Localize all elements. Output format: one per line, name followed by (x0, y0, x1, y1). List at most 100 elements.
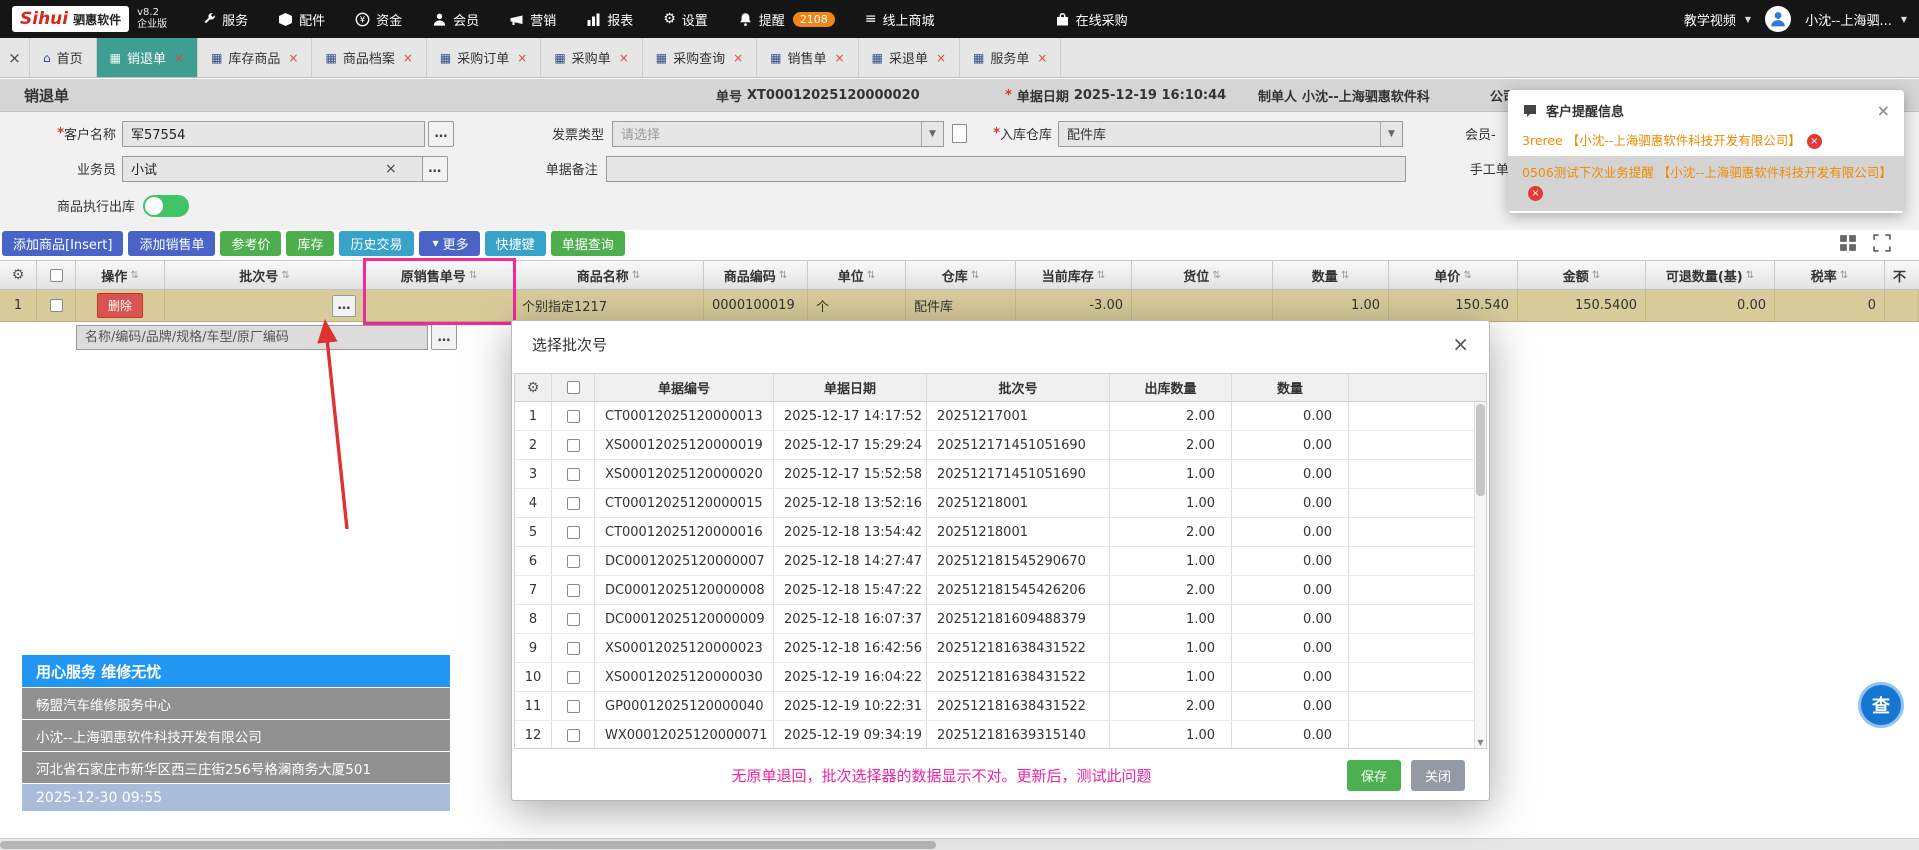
col-quantity[interactable]: 数量⇅ (1273, 261, 1389, 289)
close-tab-icon[interactable]: × (733, 51, 743, 65)
invoice-type-select[interactable]: 请选择 ▼ (612, 121, 944, 147)
unit-price-cell[interactable]: 150.540 (1389, 290, 1518, 321)
menu-report[interactable]: 报表 (586, 10, 633, 29)
tab-sales[interactable]: ▦ 销售单 × (757, 38, 858, 77)
menu-service[interactable]: 服务 (201, 10, 248, 29)
column-settings-icon[interactable] (1839, 234, 1857, 252)
row-checkbox[interactable] (567, 584, 580, 597)
col-batch-no[interactable]: 批次号 (927, 374, 1110, 401)
row-checkbox[interactable] (50, 299, 63, 312)
row-checkbox[interactable] (567, 497, 580, 510)
batch-row[interactable]: 10 XS00012025120000030 2025-12-19 16:04:… (515, 663, 1486, 692)
batch-picker-button[interactable]: … (332, 295, 356, 317)
original-sale-no-cell[interactable] (365, 290, 514, 321)
col-current-stock[interactable]: 当前库存⇅ (1016, 261, 1132, 289)
floating-search-button[interactable]: 查 (1858, 682, 1904, 728)
close-tab-icon[interactable]: × (288, 51, 298, 65)
tab-purchase-return[interactable]: ▦ 采退单 × (859, 38, 960, 77)
remark-input[interactable] (606, 156, 1406, 182)
tab-goods-archive[interactable]: ▦ 商品档案 × (312, 38, 426, 77)
menu-member[interactable]: 会员 (432, 10, 479, 29)
col-doc-date[interactable]: 单据日期 (774, 374, 927, 401)
close-dialog-icon[interactable]: × (1452, 332, 1469, 356)
batch-no-cell[interactable]: … (165, 290, 365, 321)
tab-sales-return[interactable]: ▦ 销退单 × (97, 38, 198, 77)
close-button[interactable]: 关闭 (1411, 760, 1465, 791)
scroll-down-arrow[interactable]: ▼ (1475, 736, 1486, 748)
warehouse-select[interactable]: 配件库 ▼ (1058, 121, 1403, 147)
batch-row[interactable]: 11 GP00012025120000040 2025-12-19 10:22:… (515, 692, 1486, 721)
col-warehouse[interactable]: 仓库⇅ (906, 261, 1016, 289)
user-avatar[interactable] (1765, 6, 1791, 32)
location-cell[interactable] (1132, 290, 1273, 321)
save-button[interactable]: 保存 (1347, 760, 1401, 791)
more-button[interactable]: ▼更多 (419, 231, 480, 256)
row-checkbox[interactable] (567, 468, 580, 481)
menu-funds[interactable]: ¥ 资金 (355, 10, 402, 29)
dismiss-reminder-icon[interactable]: × (1528, 186, 1543, 201)
tab-service-order[interactable]: ▦ 服务单 × (960, 38, 1061, 77)
execute-outbound-toggle[interactable] (143, 195, 189, 217)
col-location[interactable]: 货位⇅ (1132, 261, 1273, 289)
tutorial-video-link[interactable]: 教学视频 ▼ (1684, 10, 1751, 29)
close-tab-icon[interactable]: × (936, 51, 946, 65)
batch-row[interactable]: 9 XS00012025120000023 2025-12-18 16:42:5… (515, 634, 1486, 663)
batch-row[interactable]: 12 WX00012025120000071 2025-12-19 09:34:… (515, 721, 1486, 748)
history-trade-button[interactable]: 历史交易 (339, 231, 413, 256)
batch-row[interactable]: 8 DC00012025120000009 2025-12-18 16:07:3… (515, 605, 1486, 634)
horizontal-scrollbar[interactable] (0, 838, 1919, 850)
close-all-tabs-button[interactable]: × (0, 38, 30, 77)
batch-row[interactable]: 7 DC00012025120000008 2025-12-18 15:47:2… (515, 576, 1486, 605)
scrollbar-thumb[interactable] (0, 841, 936, 849)
order-item-row[interactable]: 1 删除 … 个别指定1217 0000100019 个 配件库 -3.00 1… (0, 290, 1919, 322)
col-unit[interactable]: 单位⇅ (808, 261, 906, 289)
batch-row[interactable]: 1 CT00012025120000013 2025-12-17 14:17:5… (515, 402, 1486, 431)
user-menu[interactable]: 小沈--上海驷... ▼ (1805, 10, 1907, 29)
col-product-code[interactable]: 商品编码⇅ (704, 261, 808, 289)
salesman-picker-button[interactable]: … (422, 156, 448, 182)
clear-salesman-icon[interactable]: × (385, 161, 397, 177)
col-qty[interactable]: 数量 (1232, 374, 1349, 401)
dismiss-reminder-icon[interactable]: × (1807, 134, 1822, 149)
batch-row[interactable]: 2 XS00012025120000019 2025-12-17 15:29:2… (515, 431, 1486, 460)
col-product-name[interactable]: 商品名称⇅ (514, 261, 704, 289)
add-sales-order-button[interactable]: 添加销售单 (128, 231, 215, 256)
reference-price-button[interactable]: 参考价 (220, 231, 281, 256)
close-tab-icon[interactable]: × (619, 51, 629, 65)
quantity-cell[interactable]: 1.00 (1273, 290, 1389, 321)
tab-purchase[interactable]: ▦ 采购单 × (541, 38, 642, 77)
col-unit-price[interactable]: 单价⇅ (1389, 261, 1518, 289)
table-settings-cell[interactable]: ⚙ (515, 374, 552, 401)
product-search-picker-button[interactable]: … (431, 324, 457, 350)
batch-row[interactable]: 5 CT00012025120000016 2025-12-18 13:54:4… (515, 518, 1486, 547)
close-tab-icon[interactable]: × (517, 51, 527, 65)
batch-row[interactable]: 6 DC00012025120000007 2025-12-18 14:27:4… (515, 547, 1486, 576)
select-all-checkbox[interactable] (567, 381, 580, 394)
col-tax-rate[interactable]: 税率⇅ (1775, 261, 1885, 289)
doc-query-button[interactable]: 单据查询 (551, 231, 625, 256)
row-checkbox[interactable] (567, 729, 580, 742)
delete-row-button[interactable]: 删除 (97, 293, 143, 318)
col-original-sale-no[interactable]: 原销售单号⇅ (365, 261, 514, 289)
grid-settings-cell[interactable]: ⚙ (0, 261, 37, 289)
customer-picker-button[interactable]: … (428, 121, 454, 147)
menu-online-mall[interactable]: ≡ 线上商城 (865, 10, 935, 29)
tab-purchase-order[interactable]: ▦ 采购订单 × (427, 38, 541, 77)
select-all-checkbox[interactable] (50, 269, 63, 282)
tab-purchase-query[interactable]: ▦ 采购查询 × (643, 38, 757, 77)
row-checkbox[interactable] (567, 439, 580, 452)
col-returnable-qty[interactable]: 可退数量(基)⇅ (1646, 261, 1775, 289)
row-checkbox[interactable] (567, 671, 580, 684)
col-doc-no[interactable]: 单据编号 (595, 374, 774, 401)
close-tab-icon[interactable]: × (403, 51, 413, 65)
col-out-qty[interactable]: 出库数量 (1110, 374, 1232, 401)
shortcut-keys-button[interactable]: 快捷键 (485, 231, 546, 256)
menu-settings[interactable]: ⚙ 设置 (663, 10, 708, 29)
modal-vertical-scrollbar[interactable]: ▼ (1474, 402, 1486, 748)
product-search-input[interactable] (76, 325, 428, 350)
menu-marketing[interactable]: 营销 (509, 10, 556, 29)
reminder-count-badge[interactable]: 2108 (793, 12, 835, 27)
close-tab-icon[interactable]: × (174, 51, 184, 65)
row-checkbox[interactable] (567, 555, 580, 568)
col-truncated[interactable]: 不 (1885, 261, 1919, 289)
